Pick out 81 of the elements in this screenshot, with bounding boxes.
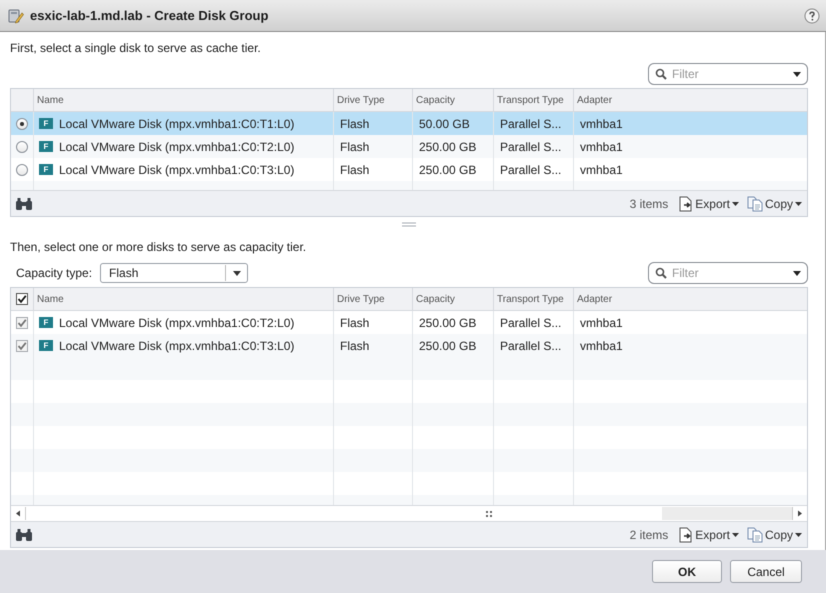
dropdown-arrow-icon[interactable] [793,270,801,276]
window-title: esxic-lab-1.md.lab - Create Disk Group [30,8,268,23]
select-all-checkbox[interactable] [16,293,28,305]
filter-input[interactable]: Filter [672,266,788,280]
dropdown-arrow-icon[interactable] [233,270,242,276]
table-cell: 250.00 GB [419,316,476,330]
capacity-type-label: Capacity type: [16,266,92,280]
filter-field[interactable]: Filter [648,262,808,284]
column-header[interactable]: Drive Type [334,89,413,111]
disk-wizard-icon [8,8,24,24]
table-cell: Flash [340,116,370,130]
disk-row[interactable]: F Local VMware Disk (mpx.vmhba1:C0:T1:L0) Flash 50.00 GB Parallel S... vmhba1 [11,112,807,135]
table-cell: vmhba1 [580,316,623,330]
table-cell: Local VMware Disk (mpx.vmhba1:C0:T3:L0) [59,162,294,176]
table-cell: vmhba1 [580,338,623,352]
dropdown-arrow-icon[interactable] [793,72,801,76]
checkbox[interactable] [16,340,28,352]
caret-icon [795,202,802,206]
disk-row[interactable]: F Local VMware Disk (mpx.vmhba1:C0:T3:L0) Flash 250.00 GB Parallel S... vmhba1 [11,334,807,357]
caret-icon [732,202,739,206]
table-cell: Flash [340,316,370,330]
table-cell: vmhba1 [580,116,623,130]
table-cell: Parallel S... [500,338,562,352]
table-cell: Flash [340,338,370,352]
column-header[interactable]: Name [34,288,334,310]
search-icon [655,68,667,80]
grip-icon[interactable] [486,510,492,516]
table-cell: Parallel S... [500,140,562,154]
export-button[interactable]: Export [678,196,740,212]
filter-input[interactable]: Filter [672,67,788,81]
radio-button[interactable] [16,140,28,152]
column-header[interactable]: Capacity [413,89,494,111]
instruction-text: First, select a single disk to serve as cache tier. [10,40,262,56]
table-cell: Flash [340,140,370,154]
copy-button[interactable]: Copy [746,526,803,542]
table-cell: vmhba1 [580,162,623,176]
table-cell: Local VMware Disk (mpx.vmhba1:C0:T1:L0) [59,116,294,130]
table-cell: 50.00 GB [419,116,470,130]
table-cell: Local VMware Disk (mpx.vmhba1:C0:T3:L0) [59,338,294,352]
copy-icon [746,526,763,542]
item-count: 2 items [630,528,668,542]
filter-field[interactable]: Filter [648,63,808,85]
table-cell: 250.00 GB [419,338,476,352]
column-header[interactable]: Transport Type [494,89,574,111]
table-cell: Parallel S... [500,162,562,176]
column-header[interactable]: Adapter [574,89,807,111]
cancel-button[interactable]: Cancel [730,560,802,583]
find-binoculars-icon[interactable] [15,196,33,210]
table-cell: Parallel S... [500,316,562,330]
help-icon[interactable] [804,8,820,24]
column-header[interactable]: Adapter [574,288,807,310]
search-icon [655,267,667,279]
checkbox[interactable] [16,316,28,328]
column-header[interactable]: Transport Type [494,288,574,310]
copy-icon [746,196,763,212]
table-cell: Flash [340,162,370,176]
disk-row[interactable]: F Local VMware Disk (mpx.vmhba1:C0:T2:L0) Flash 250.00 GB Parallel S... vmhba1 [11,135,807,158]
caret-icon [795,532,802,536]
table-cell: vmhba1 [580,140,623,154]
instruction-text: Then, select one or more disks to serve as capacity tier. [10,239,308,255]
table-cell: Local VMware Disk (mpx.vmhba1:C0:T2:L0) [59,316,294,330]
find-binoculars-icon[interactable] [15,528,33,542]
export-icon [679,196,694,212]
column-header[interactable]: Name [34,89,334,111]
caret-icon [732,532,739,536]
horizontal-scrollbar[interactable] [11,505,807,521]
copy-button[interactable]: Copy [746,196,803,212]
table-cell: Local VMware Disk (mpx.vmhba1:C0:T2:L0) [59,140,294,154]
column-header[interactable]: Drive Type [334,288,413,310]
column-header[interactable]: Capacity [413,288,494,310]
capacity-type-dropdown[interactable]: Flash [100,263,248,283]
splitter-handle-icon[interactable] [402,222,416,226]
table-cell: Parallel S... [500,116,562,130]
item-count: 3 items [630,196,668,210]
radio-button[interactable] [16,118,28,130]
export-button[interactable]: Export [678,526,740,542]
export-icon [679,526,694,542]
radio-button[interactable] [16,164,28,176]
ok-button[interactable]: OK [652,560,722,583]
table-cell: 250.00 GB [419,162,476,176]
table-cell: 250.00 GB [419,140,476,154]
